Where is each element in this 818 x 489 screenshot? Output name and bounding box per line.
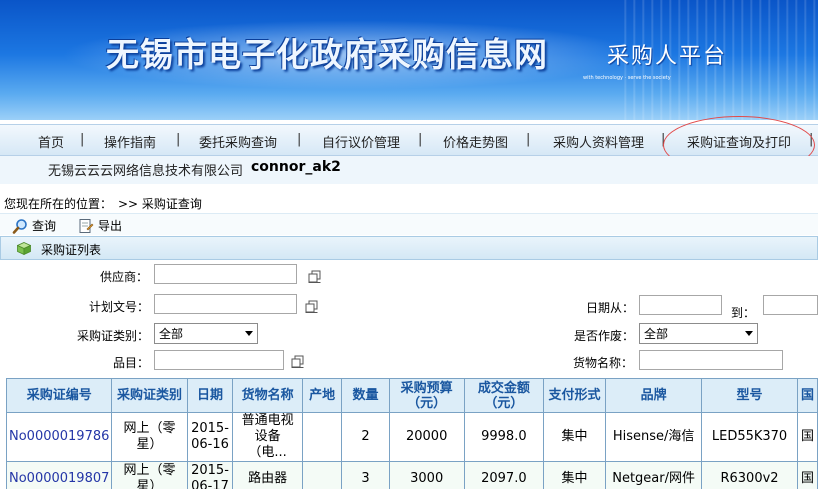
column-header: 采购证类别 xyxy=(111,378,188,413)
table-cell: 国 xyxy=(797,461,818,489)
goods-name-input[interactable] xyxy=(639,350,783,370)
nav-item-guide[interactable]: 操作指南 xyxy=(104,132,156,151)
table-cell: Hisense/海信 xyxy=(605,412,703,462)
breadcrumb-path: >> 采购证查询 xyxy=(118,197,202,211)
nav-separator: | xyxy=(176,132,181,147)
export-button[interactable]: 导出 xyxy=(78,217,122,234)
column-header: 型号 xyxy=(701,378,799,413)
supplier-input[interactable] xyxy=(154,264,297,284)
nav-item-self-negotiation[interactable]: 自行议价管理 xyxy=(322,132,400,151)
section-header: 采购证列表 xyxy=(0,236,818,260)
search-icon xyxy=(12,218,27,234)
column-header: 成交金额（元） xyxy=(463,378,544,413)
column-header: 数量 xyxy=(341,378,390,413)
goods-name-label: 货物名称： xyxy=(573,356,634,370)
void-select-value: 全部 xyxy=(644,327,669,341)
nav-separator: | xyxy=(526,132,531,147)
column-header: 国 xyxy=(797,378,818,413)
nav-item-entrusted-procurement[interactable]: 委托采购查询 xyxy=(199,132,277,151)
table-cell: 2015-06-16 xyxy=(186,412,234,462)
column-header: 产地 xyxy=(301,378,343,413)
table-header-row: 采购证编号 采购证类别 日期 货物名称 产地 数量 采购预算（元） 成交金额（元… xyxy=(5,378,818,413)
nav-item-purchaser-profile[interactable]: 采购人资料管理 xyxy=(553,132,644,151)
table-cell xyxy=(301,412,343,462)
username: connor_ak2 xyxy=(251,159,341,175)
table-cell: 普通电视设备（电... xyxy=(232,412,303,462)
table-cell: 2097.0 xyxy=(463,461,544,489)
chevron-down-icon xyxy=(245,331,253,336)
banner-subtitle: 采购人平台 xyxy=(607,44,728,69)
item-picker-icon[interactable] xyxy=(291,355,304,368)
table-cell xyxy=(301,461,343,489)
item-input[interactable] xyxy=(154,350,284,370)
table-cell: 集中 xyxy=(542,461,607,489)
table-cell: R6300v2 xyxy=(701,461,799,489)
table-row: No0000019786 网上（零星） 2015-06-16 普通电视设备（电.… xyxy=(5,412,818,462)
breadcrumb-label: 您现在所在的位置： xyxy=(4,197,113,211)
column-header: 采购证编号 xyxy=(5,378,113,413)
table-cell: 集中 xyxy=(542,412,607,462)
table-cell: 网上（零星） xyxy=(111,412,188,462)
table-cell: 2 xyxy=(341,412,390,462)
table-cell: 网上（零星） xyxy=(111,461,188,489)
table-cell: LED55K370 xyxy=(701,412,799,462)
table-cell: 9998.0 xyxy=(463,412,544,462)
user-bar: 无锡云云云网络信息技术有限公司 connor_ak2 xyxy=(0,156,818,184)
company-name: 无锡云云云网络信息技术有限公司 xyxy=(48,164,244,179)
query-button[interactable]: 查询 xyxy=(12,217,56,234)
table-row: No0000019807 网上（零星） 2015-06-17 路由器 3 300… xyxy=(5,461,818,489)
export-icon xyxy=(79,218,94,233)
nav-separator: | xyxy=(80,132,85,147)
banner-slogan: with technology · serve the society xyxy=(583,75,671,81)
type-label: 采购证类别： xyxy=(77,329,150,343)
certificate-table: 采购证编号 采购证类别 日期 货物名称 产地 数量 采购预算（元） 成交金额（元… xyxy=(5,378,818,489)
plan-doc-label: 计划文号： xyxy=(89,300,150,314)
section-title: 采购证列表 xyxy=(41,243,102,257)
nav-item-home[interactable]: 首页 xyxy=(38,132,64,151)
banner-title: 无锡市电子化政府采购信息网 xyxy=(106,35,548,74)
supplier-label: 供应商： xyxy=(100,270,149,284)
date-to-input[interactable] xyxy=(763,295,818,315)
table-cell: Netgear/网件 xyxy=(605,461,703,489)
date-to-label: 到： xyxy=(731,306,756,320)
cube-icon xyxy=(17,242,31,255)
export-button-label: 导出 xyxy=(98,219,123,233)
table-cell: 国 xyxy=(797,412,818,462)
type-select[interactable]: 全部 xyxy=(154,323,258,344)
nav-separator: | xyxy=(418,132,423,147)
void-select[interactable]: 全部 xyxy=(639,323,758,344)
column-header: 支付形式 xyxy=(542,378,607,413)
type-select-value: 全部 xyxy=(159,327,184,341)
table-cell: 20000 xyxy=(388,412,465,462)
column-header: 日期 xyxy=(186,378,234,413)
void-label: 是否作废： xyxy=(574,329,635,343)
plan-doc-picker-icon[interactable] xyxy=(305,300,318,313)
certificate-number-link[interactable]: No0000019786 xyxy=(5,412,113,462)
plan-doc-input[interactable] xyxy=(154,294,297,314)
date-from-label: 日期从： xyxy=(586,301,635,315)
chevron-down-icon xyxy=(745,331,753,336)
table-cell: 2015-06-17 xyxy=(186,461,234,489)
table-cell: 路由器 xyxy=(232,461,303,489)
item-label: 品目： xyxy=(113,356,150,370)
site-banner: 无锡市电子化政府采购信息网 采购人平台 with technology · se… xyxy=(0,0,818,120)
nav-separator: | xyxy=(297,132,302,147)
certificate-number-link[interactable]: No0000019807 xyxy=(5,461,113,489)
query-button-label: 查询 xyxy=(32,219,57,233)
table-cell: 3000 xyxy=(388,461,465,489)
column-header: 采购预算（元） xyxy=(388,378,465,413)
toolbar: 查询 导出 xyxy=(0,213,818,235)
date-from-input[interactable] xyxy=(639,295,722,315)
nav-item-price-trend[interactable]: 价格走势图 xyxy=(443,132,508,151)
column-header: 货物名称 xyxy=(232,378,303,413)
column-header: 品牌 xyxy=(605,378,703,413)
supplier-picker-icon[interactable] xyxy=(308,270,321,283)
table-cell: 3 xyxy=(341,461,390,489)
breadcrumb: 您现在所在的位置： >> 采购证查询 xyxy=(0,193,818,213)
